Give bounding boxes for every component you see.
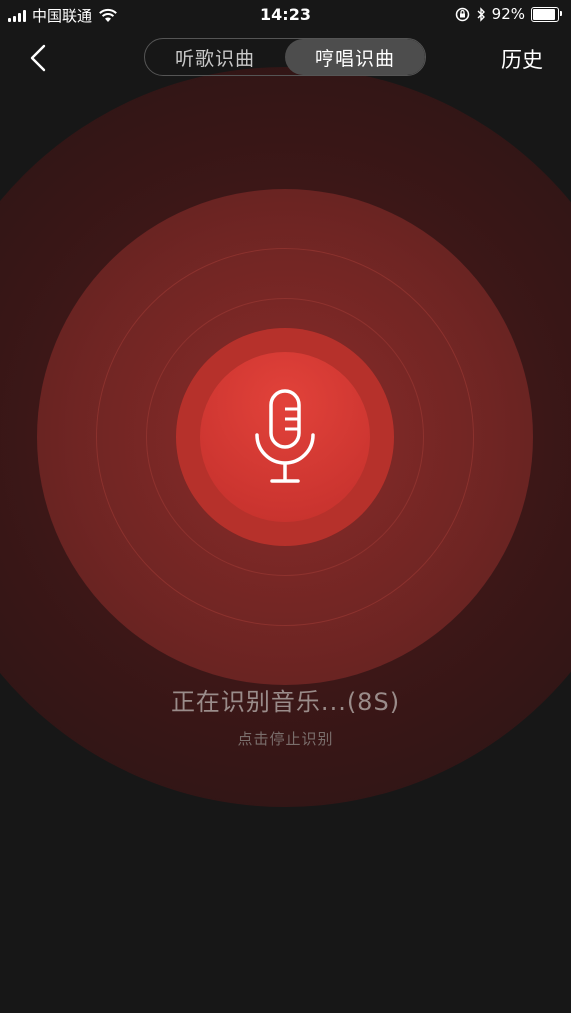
orientation-lock-icon [455, 7, 469, 21]
tab-listen-recognize[interactable]: 听歌识曲 [145, 39, 285, 75]
stop-recognition-hint[interactable]: 点击停止识别 [0, 728, 571, 749]
tab-hum-recognize[interactable]: 哼唱识曲 [285, 39, 425, 75]
battery-icon [531, 6, 562, 22]
screen: 中国联通 14:23 92% 听歌识曲 哼唱识曲 历史 正在识别音乐...(8S… [0, 0, 571, 1013]
history-button[interactable]: 历史 [501, 44, 543, 74]
battery-fill [533, 8, 556, 20]
nav-bar: 听歌识曲 哼唱识曲 历史 [0, 32, 571, 84]
status-right: 92% [455, 5, 562, 23]
mode-segmented-control: 听歌识曲 哼唱识曲 [144, 38, 426, 76]
bluetooth-icon [477, 6, 485, 22]
back-button[interactable] [22, 40, 58, 76]
recognition-status-text: 正在识别音乐...(8S) [170, 688, 401, 716]
microphone-icon [255, 389, 315, 483]
battery-percent: 92% [491, 5, 525, 23]
status-bar: 中国联通 14:23 92% [0, 0, 571, 30]
chevron-left-icon [30, 44, 46, 72]
microphone-button[interactable] [200, 352, 370, 522]
